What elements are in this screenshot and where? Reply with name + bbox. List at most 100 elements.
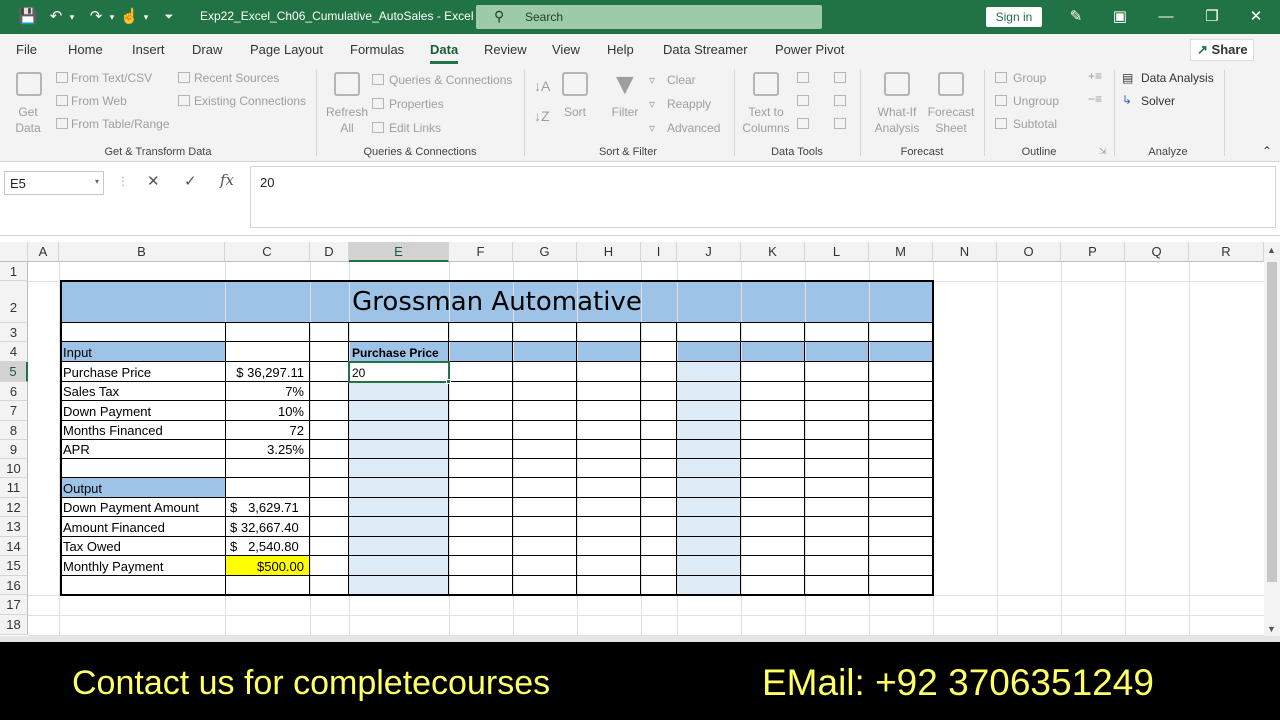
input-label[interactable]: Purchase Price <box>60 363 224 383</box>
sign-in-button[interactable]: Sign in <box>986 7 1042 27</box>
data-validation-icon[interactable] <box>797 118 809 129</box>
from-web-button[interactable]: From Web <box>71 94 127 108</box>
column-header[interactable]: R <box>1189 242 1264 262</box>
column-header[interactable]: O <box>997 242 1061 262</box>
redo-dropdown-icon[interactable]: ▾ <box>106 7 118 27</box>
queries-connections-button[interactable]: Queries & Connections <box>389 73 512 87</box>
minimize-icon[interactable]: — <box>1156 7 1176 27</box>
from-text-csv-button[interactable]: From Text/CSV <box>71 71 152 85</box>
input-label[interactable]: Months Financed <box>60 421 224 440</box>
column-header[interactable]: B <box>59 242 225 262</box>
monthly-payment-value[interactable]: $500.00 <box>227 557 307 576</box>
group-button[interactable]: Group <box>1013 71 1046 85</box>
output-header[interactable]: Output <box>60 479 224 498</box>
enter-icon[interactable]: ✓ <box>184 172 197 190</box>
column-header[interactable]: D <box>310 242 349 262</box>
what-if-analysis-button[interactable]: What-If Analysis <box>866 104 928 136</box>
flash-fill-icon[interactable] <box>797 72 809 83</box>
purchase-price-header[interactable]: Purchase Price <box>349 343 448 363</box>
row-header[interactable]: 2 <box>0 281 28 323</box>
row-header[interactable]: 16 <box>0 576 28 595</box>
properties-button[interactable]: Properties <box>389 97 444 111</box>
sort-za-icon[interactable]: ↓Z <box>534 108 550 124</box>
share-button[interactable]: ↗ Share <box>1190 39 1254 61</box>
row-header[interactable]: 15 <box>0 556 28 576</box>
column-header[interactable]: G <box>513 242 577 262</box>
redo-icon[interactable]: ↷ <box>86 7 106 27</box>
column-header-selected[interactable]: E <box>349 242 449 262</box>
input-value[interactable]: $ 36,297.11 <box>227 363 307 383</box>
output-label[interactable]: Tax Owed <box>60 537 224 556</box>
tab-file[interactable]: File <box>16 42 37 57</box>
output-value[interactable]: $ 3,629.71 <box>227 498 307 517</box>
insert-function-icon[interactable]: fx <box>220 171 234 189</box>
row-header[interactable]: 10 <box>0 459 28 478</box>
input-value[interactable]: 72 <box>227 421 307 440</box>
row-header[interactable]: 4 <box>0 342 28 362</box>
data-model-icon[interactable] <box>834 118 846 129</box>
tab-draw[interactable]: Draw <box>192 42 222 57</box>
sort-button[interactable]: Sort <box>560 104 590 120</box>
select-all-corner[interactable] <box>0 242 28 262</box>
column-header[interactable]: P <box>1061 242 1125 262</box>
column-header[interactable]: I <box>641 242 677 262</box>
input-value[interactable]: 3.25% <box>227 440 307 459</box>
text-to-columns-button[interactable]: Text to Columns <box>740 104 792 136</box>
column-header[interactable]: M <box>869 242 933 262</box>
save-icon[interactable]: 💾 <box>18 7 38 27</box>
undo-icon[interactable]: ↶ <box>46 7 66 27</box>
get-data-button[interactable]: Get Data <box>4 104 52 136</box>
tab-view[interactable]: View <box>552 42 580 57</box>
forecast-sheet-button[interactable]: Forecast Sheet <box>926 104 976 136</box>
ribbon-display-icon[interactable]: ▣ <box>1110 7 1130 27</box>
subtotal-button[interactable]: Subtotal <box>1013 117 1057 131</box>
outline-settings-icon[interactable]: ⇲ <box>1099 146 1107 157</box>
input-label[interactable]: Sales Tax <box>60 382 224 401</box>
row-header[interactable]: 1 <box>0 262 28 281</box>
close-icon[interactable]: ✕ <box>1246 7 1266 27</box>
row-header[interactable]: 13 <box>0 517 28 537</box>
formula-input[interactable]: 20 <box>250 166 1276 228</box>
row-header[interactable]: 9 <box>0 440 28 459</box>
tab-page-layout[interactable]: Page Layout <box>250 42 323 57</box>
solver-button[interactable]: Solver <box>1141 94 1175 108</box>
column-header[interactable]: H <box>577 242 641 262</box>
output-value[interactable]: $ 2,540.80 <box>227 537 307 556</box>
restore-icon[interactable]: ❐ <box>1202 7 1222 27</box>
row-header[interactable]: 3 <box>0 323 28 342</box>
output-label[interactable]: Monthly Payment <box>60 557 224 576</box>
input-value[interactable]: 7% <box>227 382 307 401</box>
hide-detail-icon[interactable]: −≡ <box>1088 92 1102 106</box>
ungroup-button[interactable]: Ungroup <box>1013 94 1059 108</box>
row-header[interactable]: 12 <box>0 498 28 517</box>
name-box[interactable]: E5 ▾ <box>4 171 104 195</box>
pen-icon[interactable]: ✎ <box>1066 7 1086 27</box>
scroll-thumb[interactable] <box>1267 262 1277 582</box>
row-header[interactable]: 11 <box>0 478 28 498</box>
name-box-dropdown-icon[interactable]: ▾ <box>95 177 99 186</box>
edit-links-button[interactable]: Edit Links <box>389 121 441 135</box>
scroll-up-icon[interactable]: ▲ <box>1267 245 1276 255</box>
touch-mode-icon[interactable]: ☝ <box>120 7 139 27</box>
column-header[interactable]: N <box>933 242 997 262</box>
consolidate-icon[interactable] <box>834 72 846 83</box>
row-header[interactable]: 6 <box>0 382 28 401</box>
from-table-button[interactable]: From Table/Range <box>71 117 170 131</box>
tab-home[interactable]: Home <box>68 42 103 57</box>
column-header[interactable]: C <box>225 242 310 262</box>
input-label[interactable]: Down Payment <box>60 402 224 421</box>
column-header[interactable]: A <box>28 242 59 262</box>
tab-review[interactable]: Review <box>484 42 527 57</box>
relationships-icon[interactable] <box>834 95 846 106</box>
input-label[interactable]: APR <box>60 440 224 459</box>
search-box[interactable]: ⚲ Search <box>476 5 822 29</box>
tab-help[interactable]: Help <box>607 42 634 57</box>
vertical-scrollbar[interactable]: ▲ ▼ <box>1264 242 1280 638</box>
column-header[interactable]: F <box>449 242 513 262</box>
cancel-icon[interactable]: ✕ <box>147 172 160 190</box>
tab-data[interactable]: Data <box>430 42 459 64</box>
show-detail-icon[interactable]: +≡ <box>1088 69 1102 83</box>
customize-qat-icon[interactable]: ⏷ <box>162 7 176 27</box>
reapply-button[interactable]: Reapply <box>667 97 711 111</box>
sort-az-icon[interactable]: ↓A <box>534 78 550 94</box>
